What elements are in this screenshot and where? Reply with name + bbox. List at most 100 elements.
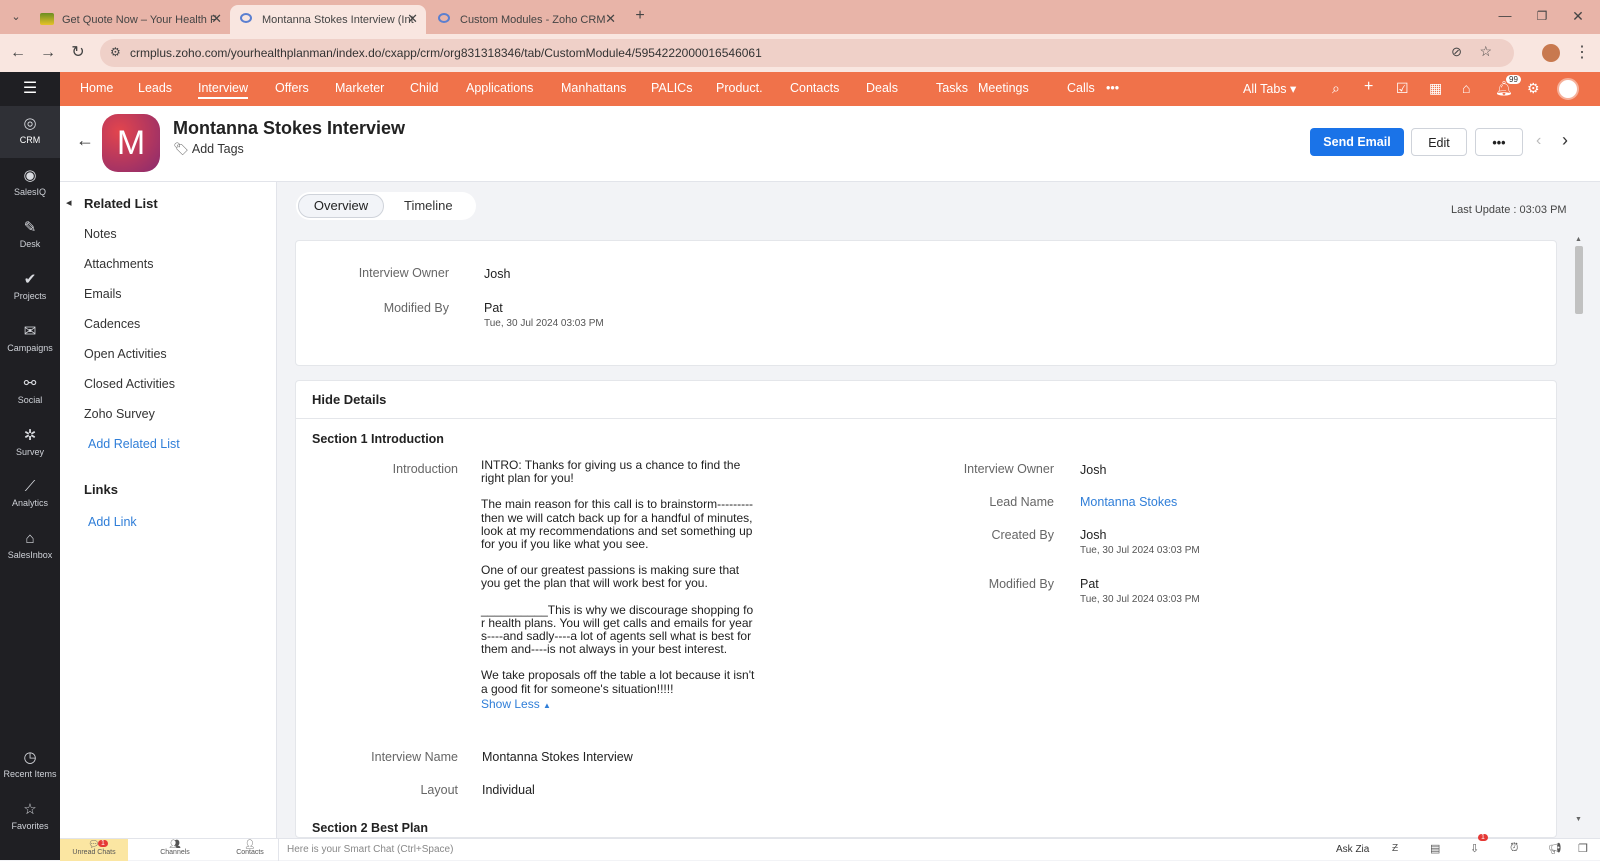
rail-item-salesiq[interactable]: ◉ SalesIQ (0, 158, 60, 210)
channels-button[interactable]: 👥︎ Channels (140, 839, 210, 861)
restore-window-icon[interactable]: ❐ (1532, 6, 1552, 26)
more-actions-button[interactable]: ••• (1475, 128, 1523, 156)
module-nav: Home Leads Interview Offers Marketer Chi… (60, 72, 1600, 106)
nav-tab-child[interactable]: Child (410, 81, 439, 95)
rail-item-analytics[interactable]: ⟋ Analytics (0, 470, 60, 522)
rail-item-recent-items[interactable]: ◷ Recent Items (0, 740, 60, 792)
close-tab-icon[interactable]: ✕ (605, 11, 616, 27)
add-icon[interactable]: + (1364, 78, 1373, 96)
alarm-icon[interactable]: ⏰︎ (1510, 842, 1519, 855)
last-update-text: Last Update : 03:03 PM (1451, 204, 1567, 216)
ask-zia-button[interactable]: Ask Zia (1336, 844, 1369, 855)
scroll-down-icon[interactable]: ▼ (1575, 816, 1582, 823)
bookmark-star-icon[interactable]: ☆ (1479, 43, 1492, 60)
rail-item-salesinbox[interactable]: ⌂ SalesInbox (0, 522, 60, 574)
nav-tab-applications[interactable]: Applications (466, 81, 533, 95)
rail-item-campaigns[interactable]: ✉ Campaigns (0, 314, 60, 366)
collapse-panel-icon[interactable]: ◂ (66, 196, 72, 209)
nav-tab-leads[interactable]: Leads (138, 81, 172, 95)
nav-tab-tasks[interactable]: Tasks (936, 81, 968, 95)
send-email-button[interactable]: Send Email (1310, 128, 1404, 156)
scrollbar-thumb[interactable] (1575, 246, 1583, 314)
nav-tab-calls[interactable]: Calls (1067, 81, 1095, 95)
main-scrollbar[interactable]: ▲ ▼ (1574, 236, 1584, 826)
add-related-list-link[interactable]: Add Related List (88, 437, 180, 451)
nav-tab-home[interactable]: Home (80, 81, 113, 95)
browser-tab-custom-modules[interactable]: Custom Modules - Zoho CRM ✕ (428, 5, 624, 34)
lead-name-link[interactable]: Montanna Stokes (1080, 495, 1177, 509)
unread-chats-button[interactable]: 💬︎ Unread Chats (60, 839, 128, 861)
notes-icon[interactable]: ▤ (1430, 842, 1440, 855)
all-tabs-dropdown[interactable]: All Tabs ▾ (1243, 81, 1296, 96)
desk-icon: ✎ (23, 219, 37, 236)
summary-owner-value[interactable]: Josh (484, 267, 510, 281)
settings-gear-icon[interactable]: ⚙ (1527, 80, 1540, 97)
tab-overview[interactable]: Overview (298, 194, 384, 218)
nav-tab-palics[interactable]: PALICs (651, 81, 692, 95)
add-link-link[interactable]: Add Link (88, 515, 137, 529)
reload-icon[interactable]: ↻ (68, 43, 88, 63)
close-window-icon[interactable]: ✕ (1568, 6, 1588, 26)
rail-item-projects[interactable]: ✔ Projects (0, 262, 60, 314)
related-item-zoho-survey[interactable]: Zoho Survey (84, 407, 155, 421)
show-less-link[interactable]: Show Less ▲ (481, 697, 756, 712)
user-avatar[interactable] (1557, 78, 1579, 100)
tab-timeline[interactable]: Timeline (404, 198, 453, 213)
forward-icon[interactable]: → (38, 43, 58, 63)
rail-item-crm[interactable]: ◎ CRM (0, 106, 60, 158)
hamburger-menu-icon[interactable]: ☰ (0, 72, 60, 106)
nav-tab-offers[interactable]: Offers (275, 81, 309, 95)
related-item-attachments[interactable]: Attachments (84, 257, 153, 271)
related-item-emails[interactable]: Emails (84, 287, 122, 301)
nav-tab-contacts[interactable]: Contacts (790, 81, 839, 95)
nav-tab-meetings[interactable]: Meetings (978, 81, 1029, 95)
bottom-notification-badge: 1 (1478, 834, 1488, 841)
signals-icon[interactable]: ☑ (1396, 80, 1409, 97)
site-info-icon[interactable]: ⚙ (110, 45, 121, 59)
announcement-icon[interactable]: 📢︎ (1548, 842, 1562, 855)
rail-item-survey[interactable]: ✲ Survey (0, 418, 60, 470)
tab-search-chevron-icon[interactable]: ⌄ (6, 7, 26, 27)
nav-tab-interview[interactable]: Interview (198, 81, 249, 99)
marketplace-icon[interactable]: ⌂ (1462, 80, 1470, 96)
rail-item-favorites[interactable]: ☆ Favorites (0, 792, 60, 844)
minimize-window-icon[interactable]: — (1495, 6, 1515, 26)
nav-tab-marketer[interactable]: Marketer (335, 81, 384, 95)
nav-tab-product[interactable]: Product. (716, 81, 763, 95)
tracking-off-icon[interactable]: ⊘ (1451, 44, 1462, 60)
new-tab-icon[interactable]: + (630, 6, 650, 26)
rail-item-desk[interactable]: ✎ Desk (0, 210, 60, 262)
detail-owner-value[interactable]: Josh (1080, 463, 1106, 477)
browser-tab-get-quote[interactable]: Get Quote Now – Your Health F ✕ (30, 5, 230, 34)
contacts-button[interactable]: 👤︎ Contacts (215, 839, 285, 861)
related-item-cadences[interactable]: Cadences (84, 317, 140, 331)
close-tab-icon[interactable]: ✕ (211, 11, 222, 27)
smart-chat-input[interactable]: Here is your Smart Chat (Ctrl+Space) (278, 839, 1388, 861)
back-icon[interactable]: ← (8, 43, 28, 63)
zia-icon[interactable]: Ƶ (1392, 843, 1398, 854)
edit-button[interactable]: Edit (1411, 128, 1467, 156)
add-tags-button[interactable]: 🏷︎ Add Tags (173, 142, 244, 157)
nav-tab-manhattans[interactable]: Manhattans (561, 81, 626, 95)
scroll-up-icon[interactable]: ▲ (1575, 236, 1582, 243)
rail-item-social[interactable]: ⚯ Social (0, 366, 60, 418)
chat-window-icon[interactable]: ❐ (1578, 842, 1588, 855)
close-tab-icon[interactable]: ✕ (407, 11, 418, 27)
related-item-open-activities[interactable]: Open Activities (84, 347, 167, 361)
search-icon[interactable]: ⌕ (1332, 80, 1340, 97)
browser-tab-interview[interactable]: Montanna Stokes Interview (Int ✕ (230, 5, 426, 34)
next-record-icon[interactable]: › (1562, 130, 1568, 151)
previous-record-icon[interactable]: ‹ (1536, 132, 1541, 150)
browser-menu-icon[interactable]: ⋮ (1572, 43, 1592, 63)
back-arrow-icon[interactable]: ← (76, 130, 94, 151)
downloads-icon[interactable]: ⇩ (1470, 842, 1479, 855)
nav-tab-deals[interactable]: Deals (866, 81, 898, 95)
related-item-closed-activities[interactable]: Closed Activities (84, 377, 175, 391)
history-icon: ◷ (23, 749, 37, 766)
hide-details-toggle[interactable]: Hide Details (312, 392, 386, 407)
calendar-icon[interactable]: ▦ (1429, 80, 1442, 97)
url-field[interactable]: ⚙ crmplus.zoho.com/yourhealthplanman/ind… (100, 39, 1514, 67)
profile-avatar-icon[interactable] (1542, 44, 1560, 62)
nav-more-tabs[interactable]: ••• (1106, 81, 1119, 95)
related-item-notes[interactable]: Notes (84, 227, 117, 241)
